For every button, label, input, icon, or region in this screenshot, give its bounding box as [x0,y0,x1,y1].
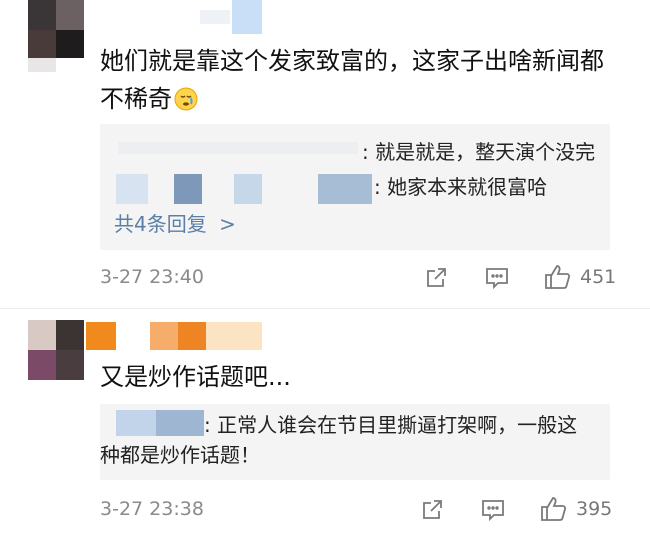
comment-text: 又是炒作话题吧... [100,363,291,391]
comment-text: 她们就是靠这个发家致富的，这家子出啥新闻都不稀奇 [100,47,604,113]
like-count: 395 [576,498,613,520]
share-icon[interactable] [424,266,448,290]
more-replies-link[interactable]: 共4条回复 > [114,208,236,237]
like-icon[interactable] [540,496,568,522]
share-icon[interactable] [420,498,444,522]
reply-1: : 正常人谁会在节目里撕逼打架啊，一般这种都是炒作话题！ [100,413,578,467]
comment-time: 3-27 23:38 [100,498,204,520]
reply-box[interactable]: : 就是就是，整天演个没完 : 她家本来就很富哈 共4条回复 > [100,124,610,250]
comment-time: 3-27 23:40 [100,266,204,288]
reply-2: : 她家本来就很富哈 [374,175,548,199]
pensive-sad-emoji-icon [174,87,198,111]
like-count: 451 [580,266,617,288]
comment-icon[interactable] [484,266,510,290]
like-icon[interactable] [544,264,572,290]
reply-username-blurred[interactable] [118,142,358,154]
chevron-right-icon: > [219,212,236,236]
comment-icon[interactable] [480,498,506,522]
reply-1: : 就是就是，整天演个没完 [362,140,596,164]
divider [0,308,650,309]
reply-box[interactable]: : 正常人谁会在节目里撕逼打架啊，一般这种都是炒作话题！ [100,404,610,480]
